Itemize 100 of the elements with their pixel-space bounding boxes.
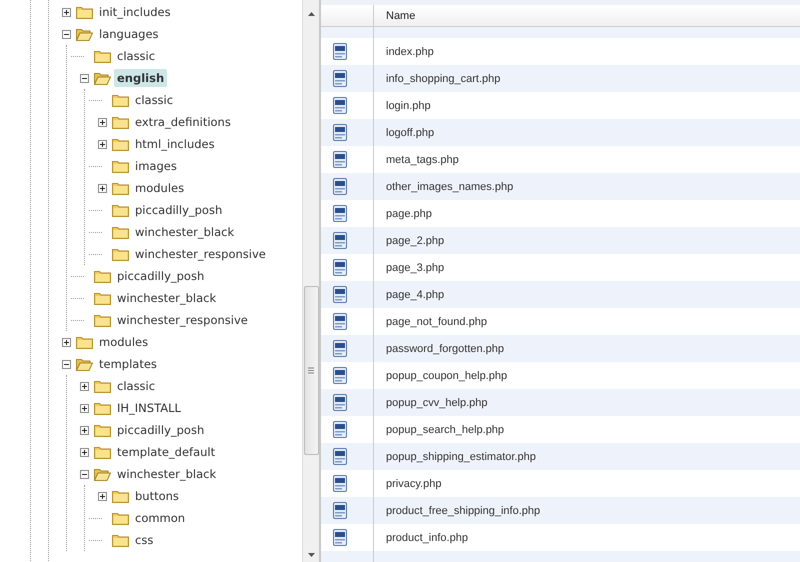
folder-item[interactable]: IH_INSTALL bbox=[114, 399, 184, 417]
file-icon bbox=[333, 43, 347, 60]
expand-icon[interactable] bbox=[98, 492, 107, 500]
folder-item[interactable]: html_includes bbox=[132, 135, 218, 153]
folder-icon bbox=[112, 159, 129, 173]
file-icon bbox=[333, 340, 347, 358]
file-icon bbox=[333, 394, 347, 412]
open-folder-icon bbox=[94, 71, 111, 85]
collapse-icon[interactable] bbox=[62, 360, 71, 368]
file-icon bbox=[333, 502, 347, 520]
folder-icon bbox=[112, 137, 129, 151]
folder-item[interactable]: winchester_black bbox=[114, 289, 220, 307]
file-name[interactable]: info_shopping_cart.php bbox=[374, 72, 500, 85]
file-name[interactable]: page_4.php bbox=[374, 288, 444, 301]
file-name[interactable]: page_not_found.php bbox=[374, 316, 487, 328]
file-name[interactable]: other_images_names.php bbox=[374, 180, 514, 193]
folder-icon bbox=[112, 203, 129, 217]
expand-icon[interactable] bbox=[80, 404, 89, 412]
open-folder-icon bbox=[94, 467, 111, 481]
folder-item[interactable]: classic bbox=[132, 91, 176, 109]
file-icon bbox=[333, 367, 347, 384]
file-icon bbox=[333, 448, 347, 466]
file-icon bbox=[333, 475, 347, 492]
collapse-icon[interactable] bbox=[62, 30, 71, 38]
folder-icon bbox=[112, 489, 129, 503]
folder-item[interactable]: buttons bbox=[132, 487, 182, 505]
file-name[interactable]: index.php bbox=[374, 46, 434, 58]
folder-icon bbox=[112, 247, 129, 261]
folder-icon bbox=[76, 5, 93, 19]
folder-icon bbox=[94, 313, 111, 327]
file-icon bbox=[333, 70, 347, 88]
scroll-down-icon[interactable] bbox=[308, 553, 314, 557]
open-folder-icon bbox=[76, 27, 93, 41]
folder-item[interactable]: css bbox=[132, 531, 156, 549]
folder-icon bbox=[76, 335, 93, 349]
folder-item[interactable]: images bbox=[132, 157, 180, 175]
file-name[interactable]: meta_tags.php bbox=[374, 154, 459, 166]
folder-item[interactable]: templates bbox=[96, 355, 160, 373]
folder-item[interactable]: languages bbox=[96, 25, 162, 43]
scroll-up-icon[interactable] bbox=[308, 12, 314, 16]
expand-icon[interactable] bbox=[80, 382, 89, 390]
file-icon bbox=[333, 124, 347, 142]
folder-icon bbox=[94, 291, 111, 305]
expand-icon[interactable] bbox=[98, 118, 107, 126]
folder-item[interactable]: template_default bbox=[114, 443, 218, 461]
file-icon bbox=[333, 421, 347, 438]
expand-icon[interactable] bbox=[98, 140, 107, 148]
expand-icon[interactable] bbox=[62, 338, 71, 346]
file-name[interactable]: popup_search_help.php bbox=[374, 424, 504, 436]
folder-item[interactable]: extra_definitions bbox=[132, 113, 234, 131]
folder-icon bbox=[94, 401, 111, 415]
file-name[interactable]: product_free_shipping_info.php bbox=[374, 504, 540, 517]
folder-icon bbox=[94, 445, 111, 459]
file-icon bbox=[333, 286, 347, 304]
file-name[interactable]: privacy.php bbox=[374, 478, 442, 490]
file-icon bbox=[333, 259, 347, 276]
collapse-icon[interactable] bbox=[80, 470, 89, 478]
folder-item[interactable]: modules bbox=[96, 333, 152, 351]
file-name[interactable]: popup_shipping_estimator.php bbox=[374, 450, 536, 463]
folder-icon bbox=[94, 49, 111, 63]
folder-item[interactable]: common bbox=[132, 509, 188, 527]
folder-item[interactable]: winchester_responsive bbox=[114, 311, 251, 329]
file-name[interactable]: popup_coupon_help.php bbox=[374, 370, 508, 382]
file-icon bbox=[333, 205, 347, 222]
folder-item[interactable]: classic bbox=[114, 377, 158, 395]
folder-item[interactable]: init_includes bbox=[96, 3, 174, 21]
file-name[interactable]: page_2.php bbox=[374, 234, 444, 247]
file-name[interactable]: page_3.php bbox=[374, 262, 444, 274]
folder-item[interactable]: piccadilly_posh bbox=[132, 201, 226, 219]
file-name[interactable]: logoff.php bbox=[374, 126, 434, 139]
file-icon bbox=[333, 151, 347, 168]
folder-item[interactable]: winchester_black bbox=[114, 465, 220, 483]
folder-item[interactable]: modules bbox=[132, 179, 188, 197]
folder-item[interactable]: piccadilly_posh bbox=[114, 421, 208, 439]
file-icon bbox=[333, 232, 347, 250]
scroll-thumb[interactable] bbox=[304, 286, 318, 455]
expand-icon[interactable] bbox=[80, 426, 89, 434]
collapse-icon[interactable] bbox=[80, 74, 89, 82]
folder-icon bbox=[112, 533, 129, 547]
folder-item[interactable]: english bbox=[114, 69, 168, 87]
folder-icon bbox=[112, 181, 129, 195]
folder-icon bbox=[112, 93, 129, 107]
folder-item[interactable]: winchester_black bbox=[132, 223, 238, 241]
expand-icon[interactable] bbox=[62, 8, 71, 16]
column-header[interactable]: Name bbox=[374, 4, 428, 26]
expand-icon[interactable] bbox=[98, 184, 107, 192]
scrollbar[interactable] bbox=[302, 0, 319, 562]
expand-icon[interactable] bbox=[80, 448, 89, 456]
file-name[interactable]: page.php bbox=[374, 208, 432, 220]
folder-item[interactable]: piccadilly_posh bbox=[114, 267, 208, 285]
folder-item[interactable]: classic bbox=[114, 47, 158, 65]
file-name[interactable]: popup_cvv_help.php bbox=[374, 396, 488, 409]
folder-icon bbox=[112, 115, 129, 129]
folder-item[interactable]: winchester_responsive bbox=[132, 245, 269, 263]
folder-icon bbox=[94, 269, 111, 283]
file-name[interactable]: password_forgotten.php bbox=[374, 342, 504, 355]
file-name[interactable]: product_info.php bbox=[374, 532, 468, 544]
file-name[interactable]: login.php bbox=[374, 100, 431, 112]
folder-icon bbox=[112, 225, 129, 239]
open-folder-icon bbox=[76, 357, 93, 371]
